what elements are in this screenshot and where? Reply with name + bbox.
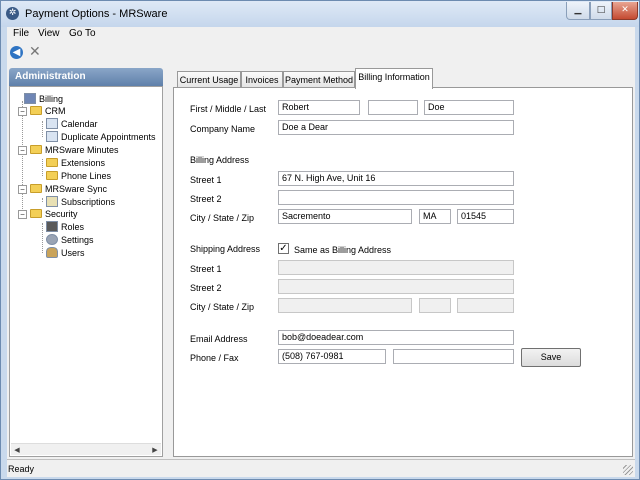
minimize-button[interactable]: ▁ — [566, 2, 590, 20]
main-content: Administration Billing − CRM Calendar Du… — [7, 64, 635, 459]
collapse-sync-toggle[interactable]: − — [18, 185, 27, 194]
tab-invoices[interactable]: Invoices — [241, 71, 283, 88]
cancel-x-icon[interactable]: ✕ — [29, 44, 41, 60]
extensions-icon — [46, 158, 58, 167]
city-field[interactable]: Sacremento — [278, 209, 412, 224]
title-bar[interactable]: ✲ Payment Options - MRSware ▁ □ ✕ — [1, 1, 639, 27]
shipping-street1-field — [278, 260, 514, 275]
street2-label: Street 2 — [190, 194, 222, 204]
city-state-zip-label: City / State / Zip — [190, 213, 255, 223]
maximize-button[interactable]: □ — [590, 2, 612, 20]
users-icon — [46, 247, 58, 258]
folder-icon — [30, 145, 42, 154]
phone-fax-label: Phone / Fax — [190, 353, 239, 363]
tab-current-usage[interactable]: Current Usage — [177, 71, 241, 88]
state-field[interactable]: MA — [419, 209, 451, 224]
billing-information-panel: First / Middle / Last Robert Doe Company… — [173, 87, 633, 457]
email-field[interactable]: bob@doeadear.com — [278, 330, 514, 345]
collapse-crm-toggle[interactable]: − — [18, 107, 27, 116]
shipping-city-field — [278, 298, 412, 313]
company-label: Company Name — [190, 124, 256, 134]
save-button[interactable]: Save — [521, 348, 581, 367]
street2-field[interactable] — [278, 190, 514, 205]
app-window: ✲ Payment Options - MRSware ▁ □ ✕ File V… — [0, 0, 640, 480]
sidebar-tree: Billing − CRM Calendar Duplicate Appoint… — [9, 86, 163, 457]
zip-field[interactable]: 01545 — [457, 209, 514, 224]
resize-grip-icon[interactable] — [623, 465, 633, 475]
fax-field[interactable] — [393, 349, 514, 364]
scroll-left-arrow-icon[interactable]: ◀ — [11, 444, 23, 456]
back-arrow-icon[interactable]: ◀ — [10, 46, 23, 59]
same-as-billing-label: Same as Billing Address — [294, 245, 392, 255]
collapse-minutes-toggle[interactable]: − — [18, 146, 27, 155]
same-as-billing-checkbox[interactable]: ✓ — [278, 243, 289, 254]
sidebar-title: Administration — [9, 68, 163, 86]
window-title: Payment Options - MRSware — [25, 8, 168, 20]
status-bar: Ready — [7, 459, 635, 477]
last-name-field[interactable]: Doe — [424, 100, 514, 115]
shipping-street1-label: Street 1 — [190, 264, 222, 274]
shipping-street2-field — [278, 279, 514, 294]
sidebar-horizontal-scrollbar[interactable]: ◀ ▶ — [11, 443, 161, 455]
company-name-field[interactable]: Doe a Dear — [278, 120, 514, 135]
duplicate-appointments-icon — [46, 131, 58, 142]
close-button[interactable]: ✕ — [612, 2, 638, 20]
street1-field[interactable]: 67 N. High Ave, Unit 16 — [278, 171, 514, 186]
folder-icon — [30, 184, 42, 193]
calendar-icon — [46, 118, 58, 129]
shipping-zip-field — [457, 298, 514, 313]
first-name-field[interactable]: Robert — [278, 100, 360, 115]
status-text: Ready — [8, 464, 35, 474]
menu-bar: File View Go To — [7, 27, 635, 42]
gear-icon — [46, 234, 58, 245]
shipping-city-state-zip-label: City / State / Zip — [190, 302, 255, 312]
tab-payment-method[interactable]: Payment Method — [283, 71, 355, 88]
folder-icon — [30, 106, 42, 115]
shipping-address-heading: Shipping Address — [190, 244, 261, 254]
shipping-street2-label: Street 2 — [190, 283, 222, 293]
name-label: First / Middle / Last — [190, 104, 267, 114]
toolbar: ◀ ✕ — [7, 42, 635, 64]
billing-address-heading: Billing Address — [190, 155, 250, 165]
billing-icon — [24, 93, 36, 104]
email-label: Email Address — [190, 334, 248, 344]
phone-lines-icon — [46, 171, 58, 180]
app-logo-icon: ✲ — [6, 7, 19, 20]
phone-field[interactable]: (508) 767-0981 — [278, 349, 386, 364]
street1-label: Street 1 — [190, 175, 222, 185]
folder-icon — [30, 209, 42, 218]
middle-name-field[interactable] — [368, 100, 418, 115]
scroll-right-arrow-icon[interactable]: ▶ — [149, 444, 161, 456]
menu-file[interactable]: File — [13, 28, 29, 39]
menu-go-to[interactable]: Go To — [69, 28, 96, 39]
roles-icon — [46, 221, 58, 232]
subscriptions-icon — [46, 196, 58, 207]
tab-billing-information[interactable]: Billing Information — [355, 68, 433, 89]
shipping-state-field — [419, 298, 451, 313]
collapse-security-toggle[interactable]: − — [18, 210, 27, 219]
menu-view[interactable]: View — [38, 28, 60, 39]
